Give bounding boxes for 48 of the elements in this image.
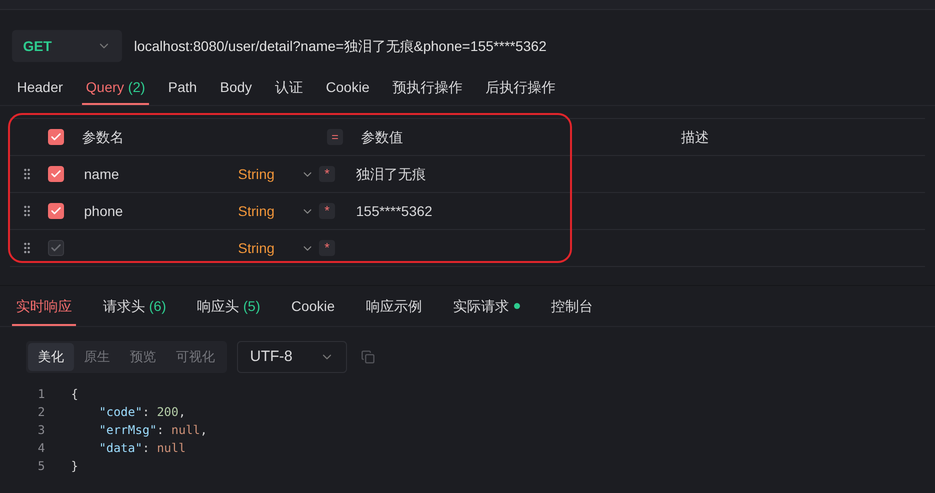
checkbox[interactable]	[48, 129, 64, 145]
checkbox[interactable]	[48, 203, 64, 219]
checkbox[interactable]	[48, 166, 64, 182]
code-line: "code": 200,	[98, 404, 186, 421]
encoding-select[interactable]: UTF-8	[237, 341, 347, 373]
line-number: 5	[36, 458, 45, 475]
view-mode-tab[interactable]: 美化	[28, 343, 74, 371]
response-tab[interactable]: 实时响应	[12, 288, 76, 326]
param-name[interactable]: phone	[84, 200, 238, 222]
param-value[interactable]: 155****5362	[356, 200, 432, 222]
url-field[interactable]: localhost:8080/user/detail?name=独泪了无痕&phone=155****5362	[134, 36, 546, 56]
column-header: 参数名	[82, 128, 125, 146]
response-tab[interactable]: Cookie	[287, 288, 339, 326]
type-select[interactable]: String	[238, 200, 314, 222]
line-number: 1	[36, 386, 45, 403]
response-tab[interactable]: 实际请求	[448, 288, 524, 326]
line-number: 2	[36, 404, 45, 421]
required-mark[interactable]: *	[319, 203, 335, 219]
code-line: {	[71, 386, 78, 403]
type-select[interactable]: String	[238, 164, 314, 184]
request-tab[interactable]: Cookie	[322, 71, 374, 105]
response-tab[interactable]: 控制台	[546, 288, 597, 326]
code-line: }	[71, 458, 78, 475]
response-tab[interactable]: 响应头 (5)	[193, 288, 264, 326]
equals-icon: =	[327, 129, 343, 145]
code-line: "data": null	[98, 440, 186, 457]
check-icon	[50, 168, 62, 180]
request-tab[interactable]: 后执行操作	[482, 71, 560, 105]
line-number: 3	[36, 422, 45, 439]
request-tab[interactable]: Body	[216, 71, 256, 105]
check-icon	[50, 242, 62, 254]
check-icon	[50, 131, 62, 143]
request-tab[interactable]: 预执行操作	[388, 71, 466, 105]
check-icon	[50, 205, 62, 217]
request-tab[interactable]: Query (2)	[82, 71, 150, 105]
column-header: 描述	[681, 128, 709, 146]
request-tab[interactable]: Header	[13, 71, 67, 105]
response-tab[interactable]: 响应示例	[362, 288, 426, 326]
column-header: 参数值	[361, 128, 404, 146]
param-name[interactable]: name	[84, 164, 238, 184]
required-mark[interactable]: *	[319, 166, 335, 182]
request-tab[interactable]: 认证	[270, 71, 307, 105]
param-value[interactable]: 独泪了无痕	[356, 164, 426, 184]
request-tab[interactable]: Path	[164, 71, 201, 105]
response-tab[interactable]: 请求头 (6)	[99, 288, 170, 326]
code-line: "errMsg": null,	[98, 422, 208, 439]
line-number: 4	[36, 440, 45, 457]
method-select[interactable]: GET	[12, 30, 122, 62]
